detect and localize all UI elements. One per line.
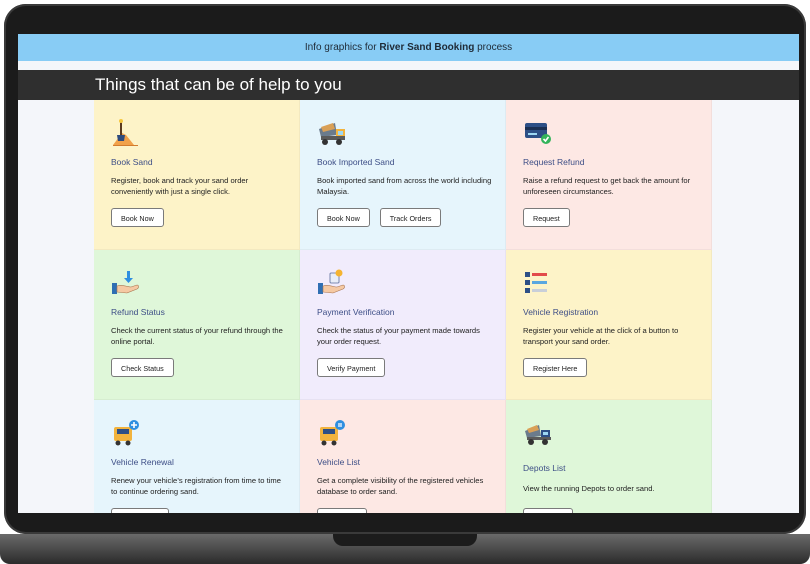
card-vehicle-list: Vehicle List Get a complete visibility o… (300, 400, 506, 513)
laptop-notch (333, 534, 477, 546)
card-desc: Register, book and track your sand order… (111, 176, 249, 196)
card-vehicle-registration: Vehicle Registration Register your vehic… (506, 250, 712, 400)
dump-truck-icon (319, 123, 345, 145)
card-desc: View the running Depots to order sand. (523, 484, 655, 493)
card-desc: Renew your vehicle’s registration from t… (111, 476, 281, 496)
track-orders-button[interactable]: Track Orders (379, 208, 442, 227)
card-title: Vehicle Renewal (111, 457, 174, 467)
card-book-imported-sand: Book Imported Sand Book imported sand fr… (300, 100, 506, 250)
verify-payment-button[interactable]: Verify Payment (317, 358, 386, 377)
laptop-bezel: Info graphics for River Sand Booking pro… (4, 4, 806, 534)
help-header: Things that can be of help to you (18, 70, 799, 100)
check-status-button[interactable]: Check Status (111, 358, 174, 377)
card-payment-verification: Payment Verification Check the status of… (300, 250, 506, 400)
view-depots-button[interactable] (523, 508, 573, 513)
view-list-button[interactable] (317, 508, 367, 513)
book-now-button[interactable]: Book Now (111, 208, 164, 227)
card-desc: Check the current status of your refund … (111, 326, 283, 346)
card-title: Vehicle Registration (523, 307, 599, 317)
card-desc: Get a complete visibility of the registe… (317, 476, 484, 496)
screen: Info graphics for River Sand Booking pro… (18, 34, 799, 513)
register-here-button[interactable]: Register Here (523, 358, 588, 377)
card-vehicle-renewal: Vehicle Renewal Renew your vehicle’s reg… (94, 400, 300, 513)
card-title: Payment Verification (317, 307, 395, 317)
card-check-icon (525, 123, 551, 144)
card-title: Book Imported Sand (317, 157, 395, 167)
renew-button[interactable] (111, 508, 169, 513)
card-refund-status: Refund Status Check the current status o… (94, 250, 300, 400)
card-title: Request Refund (523, 157, 585, 167)
help-title: Things that can be of help to you (95, 75, 342, 94)
banner-suffix: process (474, 42, 513, 53)
info-banner: Info graphics for River Sand Booking pro… (18, 34, 799, 61)
hand-receive-icon (112, 271, 139, 294)
truck-list-icon (320, 420, 345, 446)
hand-payment-icon (318, 269, 345, 294)
card-depots-list: Depots List View the running Depots to o… (506, 400, 712, 513)
card-desc: Raise a refund request to get back the a… (523, 176, 691, 196)
banner-prefix: Info graphics for (304, 42, 380, 53)
card-book-sand: Book Sand Register, book and track your … (94, 100, 300, 250)
card-desc: Check the status of your payment made to… (317, 326, 480, 346)
card-title: Refund Status (111, 307, 165, 317)
card-request-refund: Request Refund Raise a refund request to… (506, 100, 712, 250)
sand-pile-shovel-icon (113, 119, 138, 146)
depot-truck-icon (525, 425, 551, 445)
request-button[interactable]: Request (523, 208, 570, 227)
card-title: Depots List (523, 463, 566, 473)
card-desc: Register your vehicle at the click of a … (523, 326, 679, 346)
card-desc: Book imported sand from across the world… (317, 176, 492, 196)
card-title: Book Sand (111, 157, 153, 167)
book-now-button[interactable]: Book Now (317, 208, 370, 227)
card-title: Vehicle List (317, 457, 360, 467)
banner-strong: River Sand Booking (379, 42, 475, 53)
truck-add-icon (114, 420, 139, 446)
checklist-icon (525, 272, 547, 293)
